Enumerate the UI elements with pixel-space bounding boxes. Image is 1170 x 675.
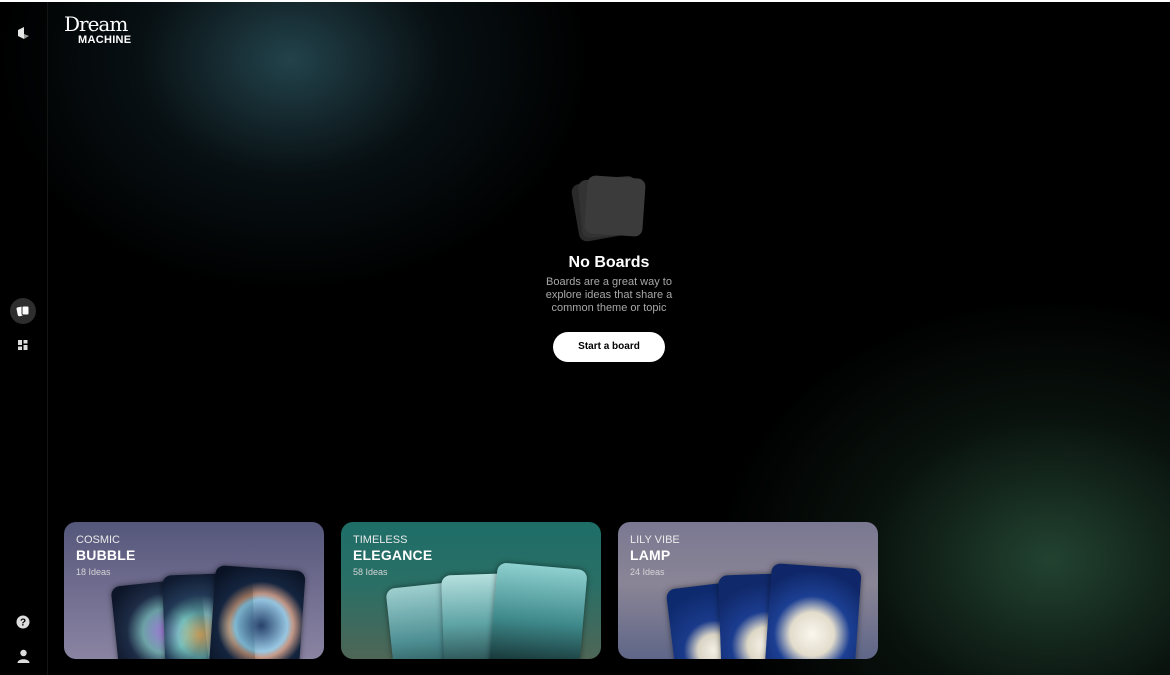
- card-count: 18 Ideas: [76, 567, 111, 577]
- start-board-button[interactable]: Start a board: [553, 332, 665, 362]
- sidebar: ?: [0, 2, 48, 675]
- card-subtitle: LILY VIBE: [630, 534, 680, 546]
- luma-logo-icon[interactable]: [10, 20, 36, 46]
- card-count: 24 Ideas: [630, 567, 665, 577]
- card-subtitle: COSMIC: [76, 534, 120, 546]
- empty-title: No Boards: [568, 254, 650, 271]
- empty-state: No Boards Boards are a great way to expl…: [509, 170, 709, 362]
- featured-board-card[interactable]: LILY VIBE LAMP 24 Ideas: [618, 522, 878, 659]
- card-subtitle: TIMELESS: [353, 534, 408, 546]
- grid-icon[interactable]: [10, 332, 36, 358]
- card-title: BUBBLE: [76, 547, 136, 563]
- card-title: LAMP: [630, 547, 671, 563]
- logo-line1: Dream: [64, 12, 128, 36]
- logo-line2: MACHINE: [78, 34, 132, 46]
- boards-icon[interactable]: [10, 298, 36, 324]
- profile-icon[interactable]: [10, 643, 36, 669]
- card-count: 58 Ideas: [353, 567, 388, 577]
- featured-board-card[interactable]: COSMIC BUBBLE 18 Ideas: [64, 522, 324, 659]
- card-title: ELEGANCE: [353, 547, 433, 563]
- boards-stack-icon: [569, 170, 649, 243]
- empty-description: Boards are a great way to explore ideas …: [545, 276, 673, 314]
- featured-board-card[interactable]: TIMELESS ELEGANCE 58 Ideas: [341, 522, 601, 659]
- app-logo[interactable]: Dream MACHINE: [64, 14, 131, 46]
- help-icon[interactable]: ?: [10, 609, 36, 635]
- svg-text:?: ?: [20, 618, 26, 629]
- top-border: [0, 0, 1170, 2]
